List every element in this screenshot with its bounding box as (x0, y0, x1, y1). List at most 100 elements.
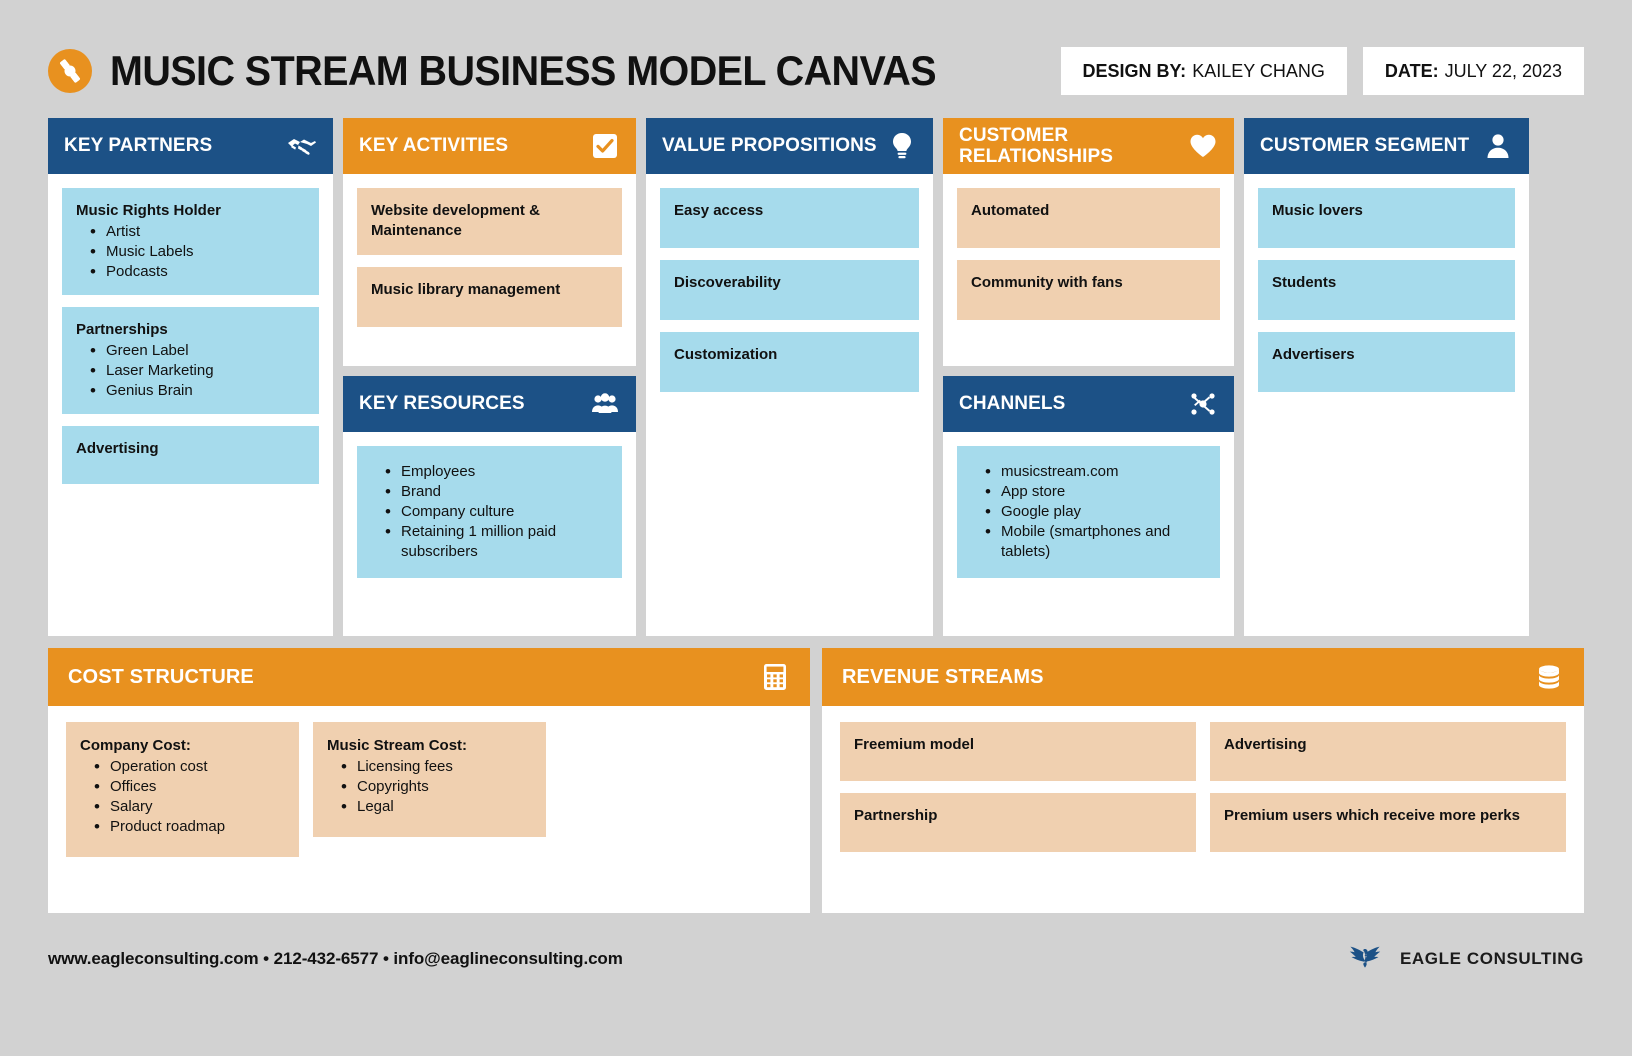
block-title: CUSTOMER SEGMENT (1260, 135, 1470, 157)
card-community-with-fans: Community with fans (957, 260, 1220, 320)
checkbox-icon (590, 131, 620, 161)
date-label: DATE: (1384, 60, 1439, 81)
lightbulb-icon (887, 131, 917, 161)
list-item: Genius Brain (76, 380, 305, 403)
card-list: Employees Brand Company culture Retainin… (371, 461, 608, 562)
design-by-label: DESIGN BY: (1082, 60, 1187, 81)
card-discoverability: Discoverability (660, 260, 919, 320)
block-body-cost-structure: Company Cost: Operation cost Offices Sal… (48, 706, 810, 913)
people-group-icon (590, 389, 620, 419)
card-partnership-revenue: Partnership (840, 793, 1196, 852)
footer-contact-info: www.eagleconsulting.com • 212-432-6577 •… (48, 949, 623, 968)
card-company-cost: Company Cost: Operation cost Offices Sal… (66, 722, 299, 858)
block-revenue-streams: REVENUE STREAMS Freemium model Advertisi… (822, 648, 1584, 913)
block-key-resources: KEY RESOURCES • Employees • Brand • Comp… (343, 376, 636, 636)
block-body-customer-relationships: Automated Community with fans (943, 174, 1234, 366)
block-title: KEY RESOURCES (359, 393, 525, 415)
page-footer: www.eagleconsulting.com • 212-432-6577 •… (48, 937, 1584, 981)
block-body-key-resources: Employees Brand Company culture Retainin… (343, 432, 636, 636)
block-customer-relationships: CUSTOMER RELATIONSHIPS Automated Communi… (943, 118, 1234, 366)
card-heading: Freemium model (854, 736, 975, 753)
card-freemium-model: Freemium model (840, 722, 1196, 781)
block-body-customer-segment: Music lovers Students Advertisers (1244, 174, 1529, 636)
list-item: Offices (80, 776, 285, 799)
block-value-propositions: VALUE PROPOSITIONS Easy access Discovera… (646, 118, 933, 636)
block-header-cost-structure: COST STRUCTURE (48, 648, 810, 706)
list-item: Operation cost (80, 756, 285, 779)
footer-brand: EAGLE CONSULTING (1342, 941, 1584, 978)
block-key-activities: KEY ACTIVITIES Website development & Mai… (343, 118, 636, 366)
list-item: Green Label (76, 340, 305, 363)
block-body-key-activities: Website development & Maintenance Music … (343, 174, 636, 366)
card-music-rights-holder: Music Rights Holder Artist Music Labels … (62, 188, 319, 296)
block-header-customer-relationships: CUSTOMER RELATIONSHIPS (943, 118, 1234, 174)
list-item: musicstream.com (971, 461, 1206, 484)
list-item: Copyrights (327, 776, 532, 799)
list-item: Artist (76, 221, 305, 244)
card-automated: Automated (957, 188, 1220, 248)
block-body-revenue-streams: Freemium model Advertising Partnership P… (822, 706, 1584, 913)
block-title: KEY PARTNERS (64, 135, 213, 157)
design-by-box: DESIGN BY: KAILEY CHANG (1060, 47, 1347, 95)
list-item: App store (971, 481, 1206, 504)
card-heading: Community with fans (971, 274, 1123, 291)
list-item: Music Labels (76, 241, 305, 264)
block-header-value-propositions: VALUE PROPOSITIONS (646, 118, 933, 174)
list-item: Mobile (smartphones and tablets) (971, 521, 1206, 562)
block-title: KEY ACTIVITIES (359, 135, 509, 157)
list-item: Salary (80, 796, 285, 819)
page-header: MUSIC STREAM BUSINESS MODEL CANVAS DESIG… (48, 0, 1584, 108)
block-body-key-partners: Music Rights Holder Artist Music Labels … (48, 174, 333, 636)
list-item: Retaining 1 million paid subscribers (371, 521, 608, 562)
design-by-value: KAILEY CHANG (1192, 60, 1325, 81)
card-advertisers: Advertisers (1258, 332, 1515, 392)
calculator-icon (760, 662, 790, 692)
card-heading: Music library management (371, 280, 561, 298)
card-customization: Customization (660, 332, 919, 392)
card-premium-users: Premium users which receive more perks (1210, 793, 1566, 852)
canvas-grid: KEY PARTNERS Music Rights Holder • Artis… (48, 118, 1584, 636)
block-header-key-partners: KEY PARTNERS (48, 118, 333, 174)
card-heading: Advertising (1224, 736, 1307, 753)
card-heading: Website development & Maintenance (371, 202, 540, 239)
card-channels-list: musicstream.com App store Google play Mo… (957, 446, 1220, 579)
list-item: Licensing fees (327, 756, 532, 779)
card-advertising: Advertising (62, 426, 319, 485)
brand-name: EAGLE CONSULTING (1399, 949, 1584, 968)
block-channels: CHANNELS • musicstream.com • App store •… (943, 376, 1234, 636)
bottom-row: COST STRUCTURE Company Cost: • Operation… (48, 648, 1584, 913)
card-heading: Music lovers (1272, 202, 1363, 219)
business-model-canvas: MUSIC STREAM BUSINESS MODEL CANVAS DESIG… (0, 0, 1632, 1056)
card-heading: Premium users which receive more perks (1224, 807, 1520, 824)
block-title: CHANNELS (959, 393, 1066, 415)
column-key-activities-resources: KEY ACTIVITIES Website development & Mai… (343, 118, 636, 636)
card-students: Students (1258, 260, 1515, 320)
block-cost-structure: COST STRUCTURE Company Cost: • Operation… (48, 648, 810, 913)
person-icon (1483, 131, 1513, 161)
card-music-library-management: Music library management (357, 266, 622, 327)
block-title: REVENUE STREAMS (842, 665, 1044, 688)
column-key-partners: KEY PARTNERS Music Rights Holder • Artis… (48, 118, 333, 636)
card-heading: Music Stream Cost: (327, 737, 468, 754)
card-list: Green Label Laser Marketing Genius Brain (76, 340, 305, 403)
card-heading: Easy access (674, 202, 764, 219)
list-item: Google play (971, 501, 1206, 524)
block-title: CUSTOMER RELATIONSHIPS (959, 124, 1114, 167)
coins-stack-icon (1534, 662, 1564, 692)
block-header-revenue-streams: REVENUE STREAMS (822, 648, 1584, 706)
card-music-stream-cost: Music Stream Cost: Licensing fees Copyri… (313, 722, 546, 838)
card-list: Operation cost Offices Salary Product ro… (80, 756, 285, 839)
column-value-propositions: VALUE PROPOSITIONS Easy access Discovera… (646, 118, 933, 636)
list-item: Podcasts (76, 261, 305, 284)
card-heading: Partnerships (76, 321, 168, 339)
card-heading: Students (1272, 274, 1337, 291)
card-easy-access: Easy access (660, 188, 919, 248)
column-customer-segment: CUSTOMER SEGMENT Music lovers Students A… (1244, 118, 1529, 636)
heart-icon (1188, 131, 1218, 161)
list-item: Company culture (371, 501, 608, 524)
list-item: Brand (371, 481, 608, 504)
card-list: musicstream.com App store Google play Mo… (971, 461, 1206, 562)
block-customer-segment: CUSTOMER SEGMENT Music lovers Students A… (1244, 118, 1529, 636)
vinyl-disc-icon (48, 49, 92, 93)
network-nodes-icon (1188, 389, 1218, 419)
